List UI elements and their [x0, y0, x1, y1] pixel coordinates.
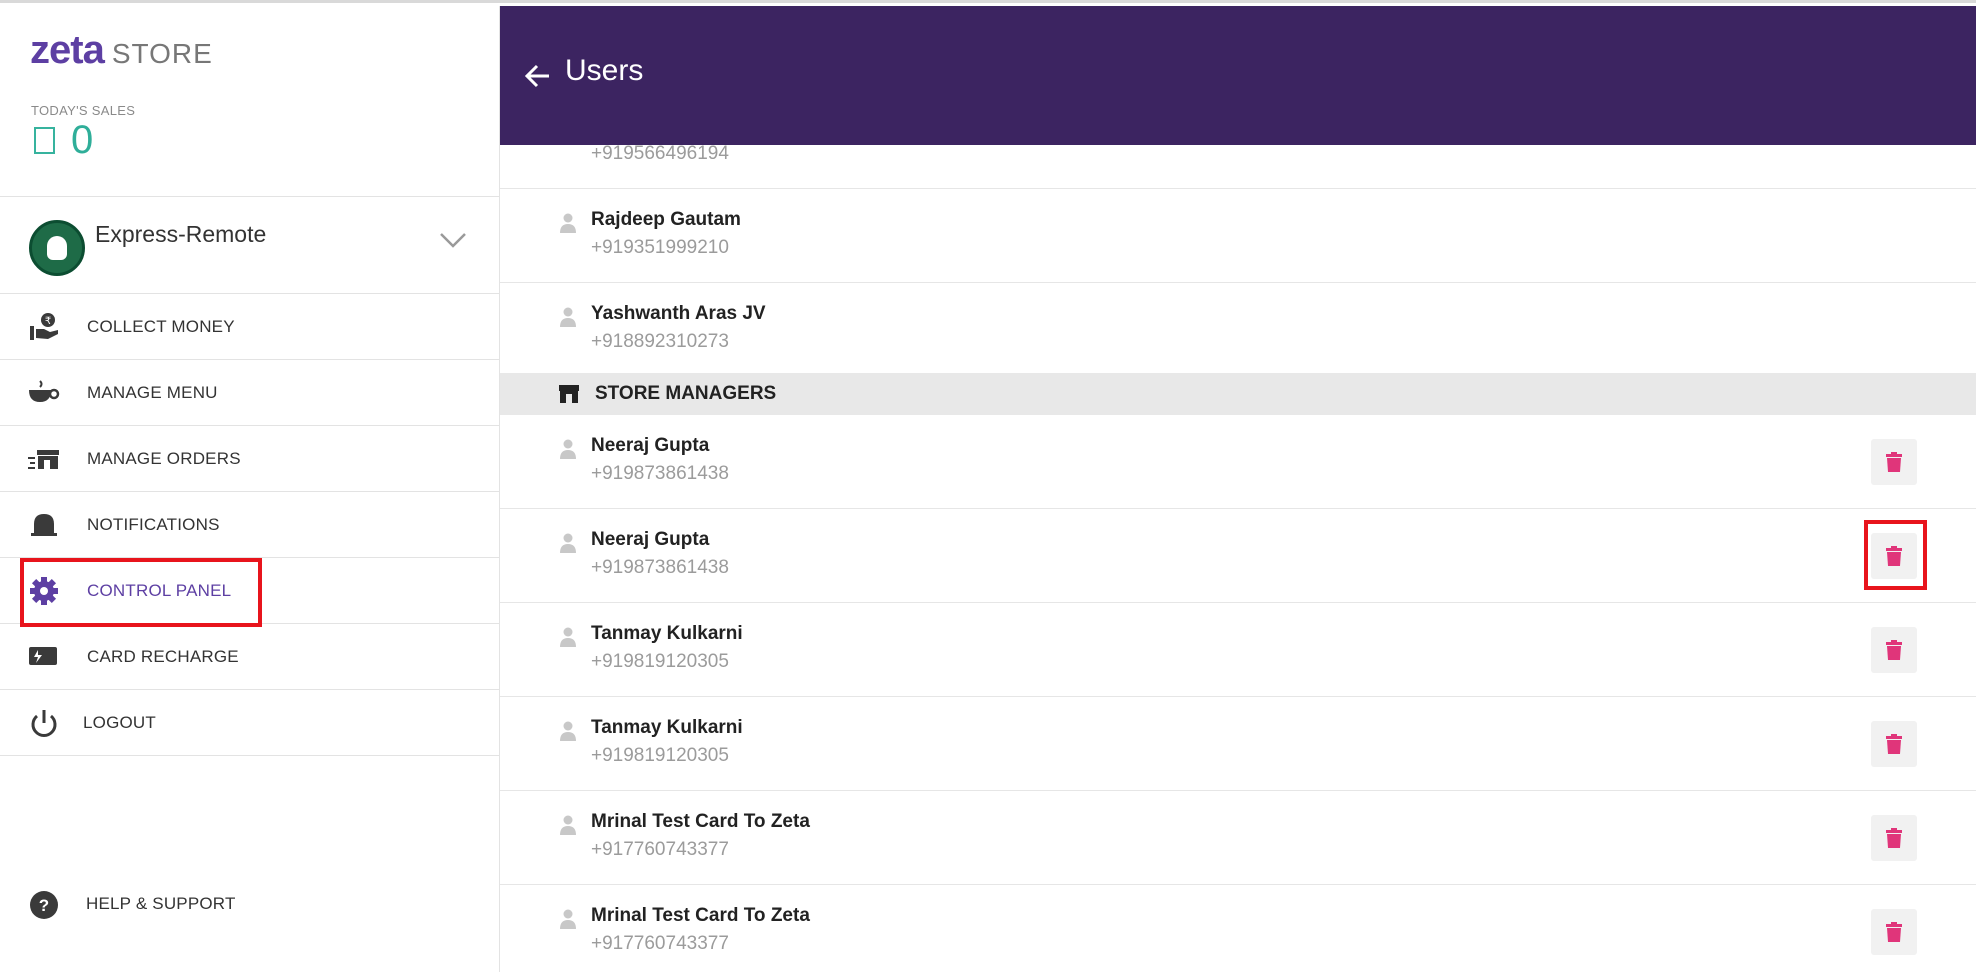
help-support-label: HELP & SUPPORT — [86, 894, 236, 913]
user-name: Neeraj Gupta — [591, 435, 710, 456]
person-icon — [560, 627, 576, 647]
delete-button[interactable] — [1871, 439, 1917, 485]
person-icon — [560, 213, 576, 233]
nav-logout[interactable]: LOGOUT — [0, 690, 500, 756]
nav-control-panel[interactable]: CONTROL PANEL — [0, 558, 500, 624]
delete-button[interactable] — [1871, 533, 1917, 579]
nav-label: CARD RECHARGE — [87, 646, 239, 666]
user-phone: +917760743377 — [591, 933, 729, 954]
person-icon — [560, 533, 576, 553]
table-row: Tanmay Kulkarni +919819120305 — [500, 603, 1976, 697]
person-icon — [560, 909, 576, 929]
table-row: Neeraj Gupta +919873861438 — [500, 509, 1976, 603]
section-label: STORE MANAGERS — [595, 383, 777, 404]
power-icon — [31, 710, 57, 737]
todays-sales-value: 0 — [71, 118, 94, 162]
nav-collect-money[interactable]: ₹ COLLECT MONEY — [0, 294, 500, 360]
users-list[interactable]: +919566496194 Rajdeep Gautam +9193519992… — [500, 145, 1976, 972]
user-name: Tanmay Kulkarni — [591, 623, 743, 644]
nav-label: CONTROL PANEL — [87, 580, 232, 600]
user-name: Neeraj Gupta — [591, 529, 710, 550]
trash-icon — [1886, 640, 1902, 660]
starbucks-logo-icon — [29, 220, 85, 276]
chevron-down-icon[interactable] — [438, 225, 468, 255]
person-icon — [560, 721, 576, 741]
user-phone: +919819120305 — [591, 651, 729, 672]
todays-sales-label: TODAY'S SALES — [31, 103, 136, 118]
table-row: Mrinal Test Card To Zeta +917760743377 — [500, 791, 1976, 885]
delete-button[interactable] — [1871, 627, 1917, 673]
user-name: Yashwanth Aras JV — [591, 303, 766, 324]
trash-icon — [1886, 452, 1902, 472]
delete-button[interactable] — [1871, 815, 1917, 861]
bell-icon — [31, 514, 57, 536]
sidebar: zeta STORE TODAY'S SALES 0 Express-Remot… — [0, 6, 500, 972]
table-row: Mrinal Test Card To Zeta +917760743377 — [500, 885, 1976, 972]
gear-icon — [30, 577, 58, 605]
brand-logo-text: zeta — [30, 28, 105, 72]
user-phone: +917760743377 — [591, 839, 729, 860]
svg-text:?: ? — [39, 896, 49, 915]
person-icon — [560, 307, 576, 327]
merchant-name: Express-Remote — [95, 221, 267, 247]
nav-label: MANAGE MENU — [87, 382, 218, 402]
nav-label: COLLECT MONEY — [87, 316, 235, 336]
card-icon — [29, 647, 57, 665]
user-phone: +919873861438 — [591, 557, 729, 578]
help-support[interactable]: ? HELP & SUPPORT — [0, 874, 500, 934]
trash-icon — [1886, 734, 1902, 754]
page-title: Users — [565, 54, 644, 87]
nav-manage-orders[interactable]: MANAGE ORDERS — [0, 426, 500, 492]
list-item: +919566496194 — [500, 145, 1976, 189]
delete-button[interactable] — [1871, 721, 1917, 767]
person-icon — [560, 815, 576, 835]
store-fast-icon — [28, 450, 59, 469]
user-name: Mrinal Test Card To Zeta — [591, 811, 810, 832]
nav-manage-menu[interactable]: MANAGE MENU — [0, 360, 500, 426]
user-phone: +919566496194 — [591, 145, 729, 164]
todays-sales: 0 — [34, 118, 93, 163]
page-header: Users — [500, 6, 1976, 145]
rupee-icon — [34, 127, 55, 154]
list-item: Rajdeep Gautam +919351999210 — [500, 189, 1976, 283]
user-phone: +919873861438 — [591, 463, 729, 484]
trash-icon — [1886, 828, 1902, 848]
nav-label: NOTIFICATIONS — [87, 514, 220, 534]
trash-icon — [1886, 546, 1902, 566]
nav-notifications[interactable]: NOTIFICATIONS — [0, 492, 500, 558]
svg-text:₹: ₹ — [45, 316, 51, 327]
hand-coin-icon: ₹ — [30, 313, 58, 340]
user-name: Mrinal Test Card To Zeta — [591, 905, 810, 926]
list-item: Yashwanth Aras JV +918892310273 — [500, 283, 1976, 375]
user-name: Tanmay Kulkarni — [591, 717, 743, 738]
store-icon — [559, 385, 579, 403]
arrow-left-icon[interactable] — [523, 61, 553, 91]
brand-logo: zeta STORE — [30, 28, 213, 73]
merchant-selector[interactable]: Express-Remote — [0, 196, 500, 294]
table-row: Tanmay Kulkarni +919819120305 — [500, 697, 1976, 791]
delete-button[interactable] — [1871, 909, 1917, 955]
user-phone: +919351999210 — [591, 237, 729, 258]
cup-icon — [29, 380, 60, 402]
question-circle-icon: ? — [30, 891, 58, 919]
user-phone: +918892310273 — [591, 331, 729, 352]
nav-label: MANAGE ORDERS — [87, 448, 241, 468]
section-header-store-managers: STORE MANAGERS — [500, 373, 1976, 415]
user-phone: +919819120305 — [591, 745, 729, 766]
trash-icon — [1886, 922, 1902, 942]
nav-card-recharge[interactable]: CARD RECHARGE — [0, 624, 500, 690]
user-name: Rajdeep Gautam — [591, 209, 741, 230]
app-window: zeta STORE TODAY'S SALES 0 Express-Remot… — [0, 0, 1976, 972]
brand-suffix: STORE — [111, 38, 213, 69]
person-icon — [560, 439, 576, 459]
nav-label: LOGOUT — [83, 712, 156, 732]
table-row: Neeraj Gupta +919873861438 — [500, 415, 1976, 509]
